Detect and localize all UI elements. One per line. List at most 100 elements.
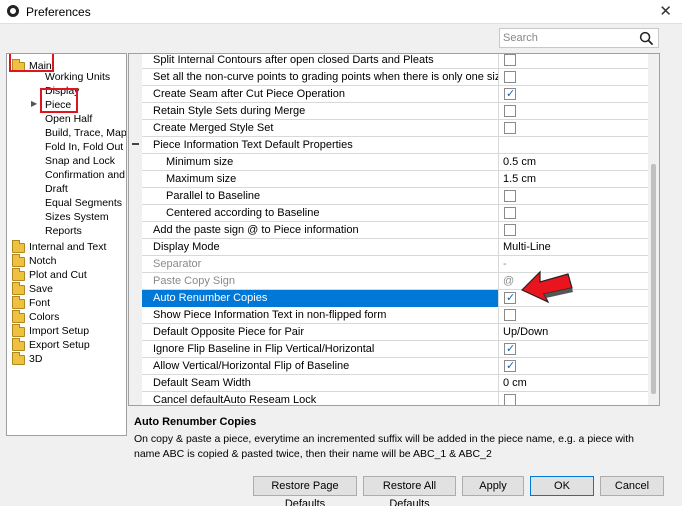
search-icon[interactable]: [639, 31, 654, 46]
category-tree: Main Working Units Display Piece Open Half Bu…: [6, 53, 127, 436]
property-row[interactable]: Parallel to Baseline: [142, 188, 648, 205]
folder-icon: [12, 240, 25, 253]
tree-item-font[interactable]: Font: [29, 296, 50, 310]
property-row[interactable]: Display Mode Multi-Line: [142, 239, 648, 256]
property-name: Ignore Flip Baseline in Flip Vertical/Ho…: [142, 341, 499, 358]
property-checkbox[interactable]: [504, 341, 516, 357]
tree-item-sizes-system[interactable]: Sizes System: [45, 210, 109, 224]
property-name: Display Mode: [142, 239, 499, 256]
tree-item-plot-and-cut[interactable]: Plot and Cut: [29, 268, 87, 282]
tree-item-reports[interactable]: Reports: [45, 224, 82, 238]
property-value[interactable]: [500, 54, 648, 69]
property-row[interactable]: Piece Information Text Default Propertie…: [132, 137, 648, 154]
tree-item-colors[interactable]: Colors: [29, 310, 59, 324]
apply-button[interactable]: Apply: [462, 476, 524, 496]
property-row[interactable]: Minimum size 0.5 cm: [142, 154, 648, 171]
property-checkbox[interactable]: [504, 224, 516, 236]
property-row[interactable]: Split Internal Contours after open close…: [142, 54, 648, 69]
property-value[interactable]: [500, 69, 648, 86]
property-name: Retain Style Sets during Merge: [142, 103, 499, 120]
property-value[interactable]: 0.5 cm: [500, 154, 648, 171]
property-value[interactable]: Multi-Line: [500, 239, 648, 256]
property-row[interactable]: Allow Vertical/Horizontal Flip of Baseli…: [142, 358, 648, 375]
property-row[interactable]: Maximum size 1.5 cm: [142, 171, 648, 188]
tree-item-3d[interactable]: 3D: [29, 352, 42, 366]
property-checkbox[interactable]: [504, 122, 516, 134]
property-name: Default Seam Width: [142, 375, 499, 392]
highlight-box-main: [9, 54, 54, 72]
cancel-button[interactable]: Cancel: [600, 476, 664, 496]
property-value[interactable]: Up/Down: [500, 324, 648, 341]
property-row[interactable]: Cancel defaultAuto Reseam Lock: [142, 392, 648, 405]
search-box[interactable]: [499, 28, 659, 48]
grid-gutter: [129, 54, 142, 405]
property-row[interactable]: Centered according to Baseline: [142, 205, 648, 222]
property-value[interactable]: [500, 307, 648, 324]
property-checkbox[interactable]: [504, 207, 516, 219]
property-row[interactable]: Default Opposite Piece for Pair Up/Down: [142, 324, 648, 341]
tree-item-internal-and-text[interactable]: Internal and Text: [29, 240, 106, 254]
folder-icon: [12, 338, 25, 351]
property-checkbox[interactable]: [504, 190, 516, 202]
tree-item-export-setup[interactable]: Export Setup: [29, 338, 90, 352]
property-row[interactable]: Default Seam Width 0 cm: [142, 375, 648, 392]
property-value[interactable]: [500, 222, 648, 239]
property-name: Split Internal Contours after open close…: [142, 54, 499, 69]
property-row[interactable]: Create Merged Style Set: [142, 120, 648, 137]
property-value[interactable]: [500, 137, 648, 154]
folder-icon: [12, 268, 25, 281]
property-value[interactable]: 1.5 cm: [500, 171, 648, 188]
property-value[interactable]: [500, 188, 648, 205]
property-checkbox[interactable]: [504, 71, 516, 83]
tree-item-fold-in-fold-out[interactable]: Fold In, Fold Out: [45, 140, 123, 154]
property-name: Allow Vertical/Horizontal Flip of Baseli…: [142, 358, 499, 375]
property-checkbox[interactable]: [504, 358, 516, 374]
property-checkbox[interactable]: [504, 309, 516, 321]
collapse-icon[interactable]: [132, 143, 139, 145]
property-checkbox[interactable]: [504, 394, 516, 405]
tree-item-draft[interactable]: Draft: [45, 182, 68, 196]
ok-button[interactable]: OK: [530, 476, 594, 496]
tree-item-open-half[interactable]: Open Half: [45, 112, 92, 126]
property-value[interactable]: [500, 103, 648, 120]
folder-icon: [12, 324, 25, 337]
property-value[interactable]: [500, 392, 648, 405]
tree-item-snap-and-lock[interactable]: Snap and Lock: [45, 154, 115, 168]
tree-item-save[interactable]: Save: [29, 282, 53, 296]
description-text: On copy & paste a piece, everytime an in…: [134, 433, 635, 460]
property-name: Auto Renumber Copies: [142, 290, 499, 307]
property-value[interactable]: [500, 358, 648, 375]
tree-item-import-setup[interactable]: Import Setup: [29, 324, 89, 338]
description-title: Auto Renumber Copies: [134, 416, 257, 428]
tree-item-notch[interactable]: Notch: [29, 254, 56, 268]
property-checkbox[interactable]: [504, 290, 516, 306]
property-name: Add the paste sign @ to Piece informatio…: [142, 222, 499, 239]
property-value[interactable]: 0 cm: [500, 375, 648, 392]
search-input[interactable]: [503, 32, 631, 44]
property-row[interactable]: Set all the non-curve points to grading …: [142, 69, 648, 86]
tree-item-equal-segments[interactable]: Equal Segments: [45, 196, 122, 210]
close-icon[interactable]: ✕: [659, 2, 672, 20]
folder-icon: [12, 352, 25, 365]
scrollbar-thumb[interactable]: [651, 164, 656, 394]
property-value[interactable]: [500, 205, 648, 222]
restore-all-defaults-button[interactable]: Restore All Defaults: [363, 476, 456, 506]
tree-item-build-trace-map-2[interactable]: Build, Trace, Map 2: [45, 126, 126, 140]
property-row[interactable]: Create Seam after Cut Piece Operation: [142, 86, 648, 103]
property-grid-scrollbar[interactable]: [648, 54, 659, 405]
property-row[interactable]: Show Piece Information Text in non-flipp…: [142, 307, 648, 324]
property-checkbox[interactable]: [504, 105, 516, 117]
property-checkbox[interactable]: [504, 86, 516, 102]
restore-page-defaults-button[interactable]: Restore Page Defaults: [253, 476, 357, 506]
property-row[interactable]: Ignore Flip Baseline in Flip Vertical/Ho…: [142, 341, 648, 358]
property-checkbox[interactable]: [504, 54, 516, 66]
property-value[interactable]: [500, 120, 648, 137]
app-logo-icon: [7, 5, 19, 17]
property-value[interactable]: [500, 86, 648, 103]
property-row[interactable]: Retain Style Sets during Merge: [142, 103, 648, 120]
property-value[interactable]: [500, 341, 648, 358]
folder-icon: [12, 310, 25, 323]
property-row[interactable]: Add the paste sign @ to Piece informatio…: [142, 222, 648, 239]
tree-item-working-units[interactable]: Working Units: [45, 70, 110, 84]
tree-item-confirmation-and-w[interactable]: Confirmation and W: [45, 168, 126, 182]
